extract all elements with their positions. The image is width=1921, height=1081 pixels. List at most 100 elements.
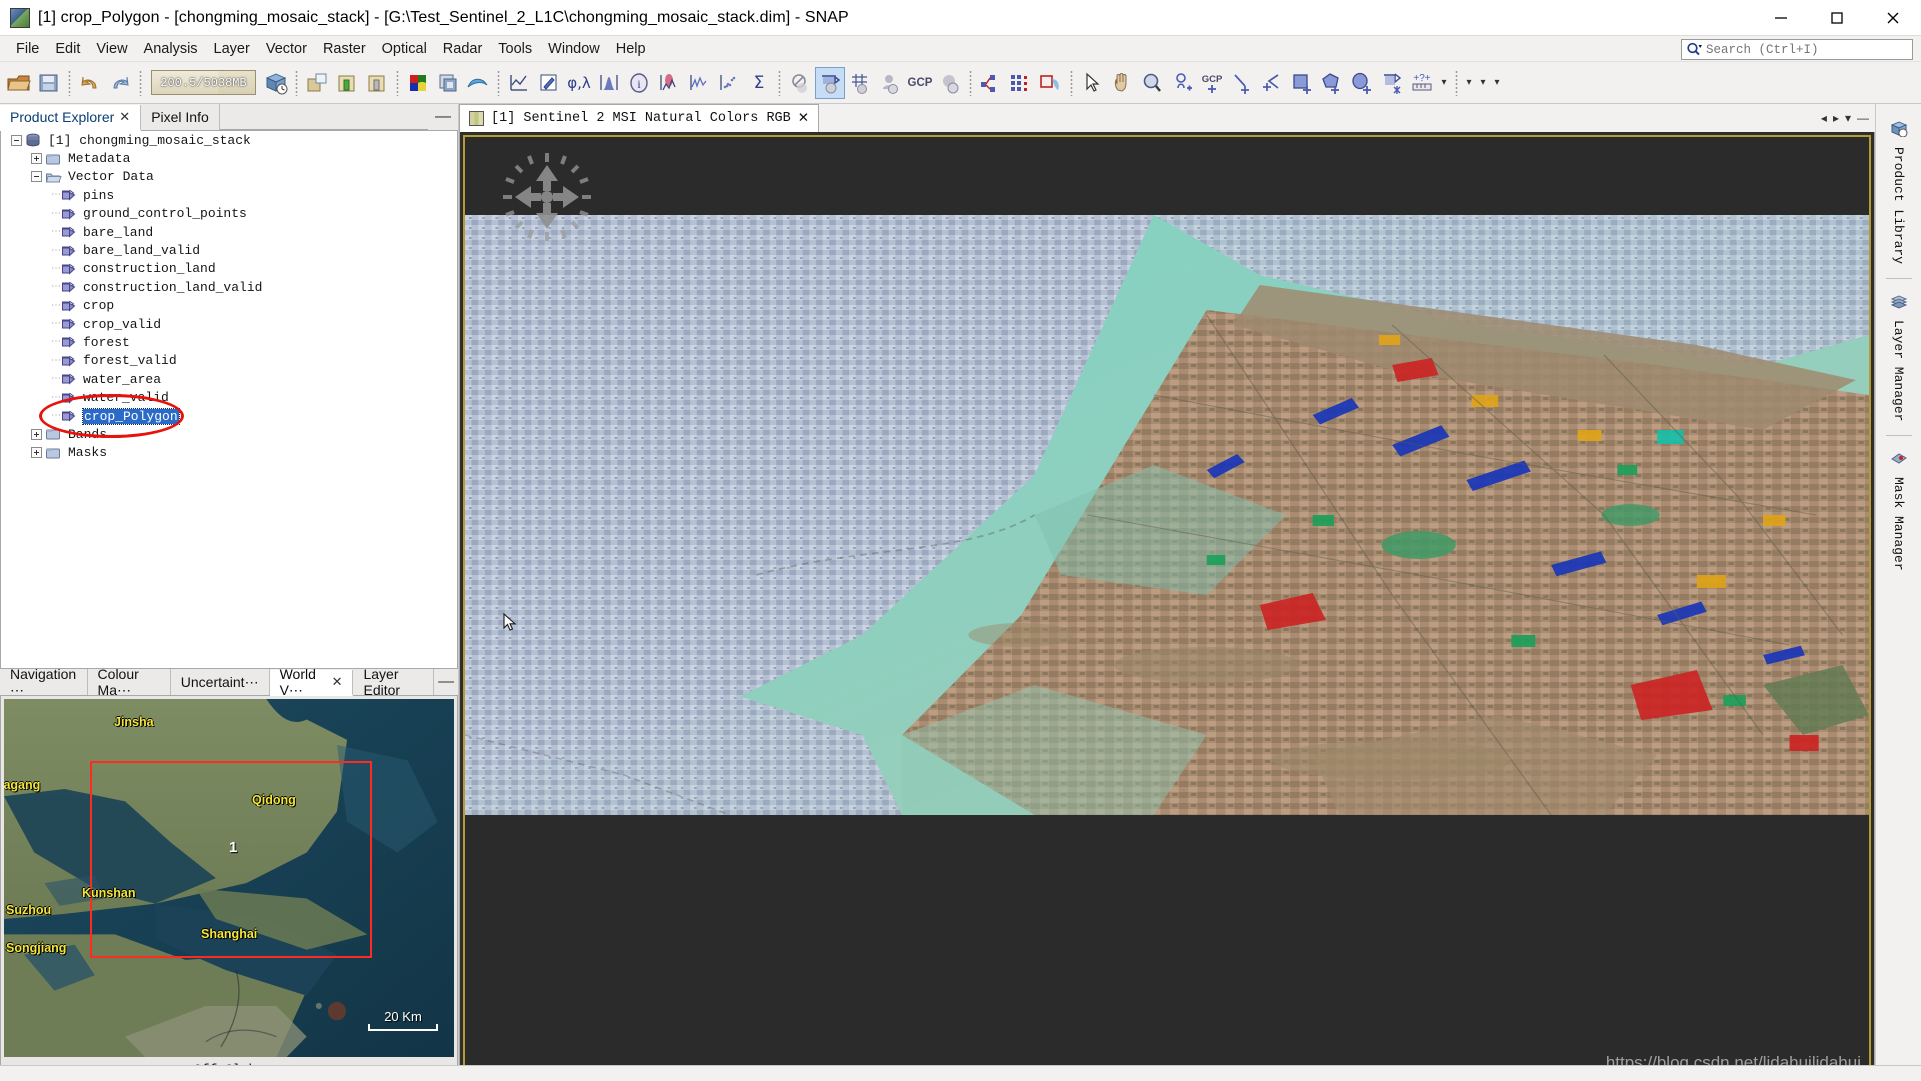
tree-node[interactable]: [1] chongming_mosaic_stack xyxy=(1,131,457,149)
menu-radar[interactable]: Radar xyxy=(435,38,491,60)
close-button[interactable] xyxy=(1865,0,1921,36)
minimize-button[interactable] xyxy=(1753,0,1809,36)
tree-node[interactable]: Bands xyxy=(1,425,457,443)
profile-plot-button[interactable] xyxy=(504,67,534,99)
time-series-button[interactable] xyxy=(684,67,714,99)
redo-button[interactable] xyxy=(105,67,135,99)
menu-raster[interactable]: Raster xyxy=(315,38,374,60)
rectangle-drawing-tool-button[interactable] xyxy=(1287,67,1317,99)
selection-tool-button[interactable] xyxy=(1077,67,1107,99)
histogram-button[interactable] xyxy=(594,67,624,99)
close-icon[interactable]: ✕ xyxy=(332,674,343,690)
tree-node[interactable]: ⋯ bare_land_valid xyxy=(1,241,457,259)
minimize-panel-icon[interactable]: — xyxy=(428,104,458,130)
close-icon[interactable]: ✕ xyxy=(119,109,130,125)
tab-sentinel-2-rgb-view[interactable]: [1] Sentinel 2 MSI Natural Colors RGB ✕ xyxy=(459,104,820,132)
magic-wand-tool-button[interactable] xyxy=(1377,67,1407,99)
tree-node[interactable]: ⋯ water_valid xyxy=(1,388,457,406)
minimize-panel-icon[interactable]: — xyxy=(1857,111,1869,125)
scroll-right-icon[interactable]: ▸ xyxy=(1833,111,1839,125)
expand-icon[interactable] xyxy=(31,447,42,459)
tab-layer-editor[interactable]: Layer Editor xyxy=(353,666,435,698)
tab-navigation[interactable]: Navigation ⋯ xyxy=(0,666,88,698)
tree-node[interactable]: ⋯ bare_land xyxy=(1,223,457,241)
memory-monitor[interactable]: 200.5/5038MB xyxy=(151,70,256,95)
menu-analysis[interactable]: Analysis xyxy=(136,38,206,60)
scatter-plot-button[interactable] xyxy=(714,67,744,99)
colour-histogram-button[interactable] xyxy=(654,67,684,99)
polyline-drawing-tool-button[interactable] xyxy=(1257,67,1287,99)
range-finder-tool-button[interactable]: +?+ xyxy=(1407,67,1437,99)
pin-placing-tool-button[interactable] xyxy=(1167,67,1197,99)
tab-uncertainty[interactable]: Uncertaint⋯ xyxy=(170,669,270,695)
product-tree[interactable]: [1] chongming_mosaic_stack Metadata Vector… xyxy=(0,131,458,669)
menu-vector[interactable]: Vector xyxy=(258,38,315,60)
gcp-placing-tool-button[interactable]: GCP xyxy=(1197,67,1227,99)
list-views-icon[interactable]: ▾ xyxy=(1845,111,1851,125)
no-data-overlay-button[interactable] xyxy=(785,67,815,99)
subset-button[interactable] xyxy=(1036,67,1066,99)
menu-edit[interactable]: Edit xyxy=(47,38,88,60)
tree-node[interactable]: ⋯ crop xyxy=(1,297,457,315)
geometry-overlay-button[interactable] xyxy=(815,66,845,99)
menu-view[interactable]: View xyxy=(88,38,135,60)
pan-tool-button[interactable] xyxy=(1107,67,1137,99)
pan-compass-icon[interactable] xyxy=(501,151,593,243)
geo-coding-button[interactable]: φ,λ xyxy=(564,67,594,99)
polygon-drawing-tool-button[interactable] xyxy=(1317,67,1347,99)
search-input[interactable] xyxy=(1706,42,1908,57)
tab-pixel-info[interactable]: Pixel Info xyxy=(141,104,220,130)
graticule-overlay-button[interactable] xyxy=(845,67,875,99)
menu-tools[interactable]: Tools xyxy=(490,38,540,60)
tree-node[interactable]: ⋯ ground_control_points xyxy=(1,205,457,223)
collapse-icon[interactable] xyxy=(11,134,22,146)
tab-world-view[interactable]: World V⋯ ✕ xyxy=(269,666,354,698)
open-product-button[interactable] xyxy=(4,67,34,99)
scroll-left-icon[interactable]: ◂ xyxy=(1821,111,1827,125)
tree-node[interactable]: ⋯ crop_valid xyxy=(1,315,457,333)
toolbar-overflow-chevron[interactable]: ▾ xyxy=(1462,77,1476,88)
tree-node[interactable]: ⋯ construction_land xyxy=(1,260,457,278)
gcp-overlay-button[interactable]: GCP xyxy=(905,67,935,99)
world-view-map[interactable]: 1 Jinsha Qidong iagang Kunshan Suzhou So… xyxy=(4,699,454,1058)
graph-builder-button[interactable] xyxy=(976,67,1006,99)
tab-product-explorer[interactable]: Product Explorer ✕ xyxy=(0,105,142,131)
tree-node[interactable]: ⋯ water_area xyxy=(1,370,457,388)
maximize-button[interactable] xyxy=(1809,0,1865,36)
menu-optical[interactable]: Optical xyxy=(374,38,435,60)
menu-file[interactable]: File xyxy=(8,38,47,60)
minimize-panel-icon[interactable]: — xyxy=(434,669,458,695)
collapse-icon[interactable] xyxy=(31,171,42,183)
colour-manipulation-button[interactable] xyxy=(403,67,433,99)
menu-window[interactable]: Window xyxy=(540,38,608,60)
search-box[interactable] xyxy=(1681,39,1913,60)
open-image-view-button[interactable] xyxy=(332,67,362,99)
pin-overlay-button[interactable] xyxy=(875,67,905,99)
ellipse-drawing-tool-button[interactable] xyxy=(1347,67,1377,99)
expand-icon[interactable] xyxy=(31,428,42,440)
open-rgb-image-button[interactable] xyxy=(302,67,332,99)
toolbar-overflow-chevron[interactable]: ▾ xyxy=(1437,77,1451,88)
tree-node[interactable]: Metadata xyxy=(1,149,457,167)
mask-overlay-button[interactable] xyxy=(935,67,965,99)
batch-processing-button[interactable] xyxy=(1006,67,1036,99)
open-hsv-image-button[interactable] xyxy=(362,67,392,99)
tree-node[interactable]: ⋯ pins xyxy=(1,186,457,204)
toolbar-overflow-chevron[interactable]: ▾ xyxy=(1476,77,1490,88)
information-button[interactable]: i xyxy=(624,67,654,99)
tree-node[interactable]: Masks xyxy=(1,444,457,462)
tree-node[interactable]: ⋯ forest xyxy=(1,333,457,351)
toolbar-overflow-chevron[interactable]: ▾ xyxy=(1490,77,1504,88)
close-icon[interactable]: ✕ xyxy=(798,110,809,127)
image-canvas[interactable]: https://blog.csdn.net/lidahuilidahui xyxy=(463,135,1871,1077)
line-drawing-tool-button[interactable] xyxy=(1227,67,1257,99)
rail-item-product-library[interactable]: Product Library xyxy=(1890,112,1908,272)
tree-node-selected[interactable]: ⋯ crop_Polygon xyxy=(1,407,457,425)
tree-node[interactable]: ⋯ construction_land_valid xyxy=(1,278,457,296)
spectrum-view-button[interactable] xyxy=(534,67,564,99)
save-product-button[interactable] xyxy=(34,67,64,99)
undo-button[interactable] xyxy=(75,67,105,99)
menu-layer[interactable]: Layer xyxy=(206,38,258,60)
image-view[interactable]: https://blog.csdn.net/lidahuilidahui xyxy=(459,132,1875,1081)
rail-item-layer-manager[interactable]: Layer Manager xyxy=(1890,285,1908,429)
